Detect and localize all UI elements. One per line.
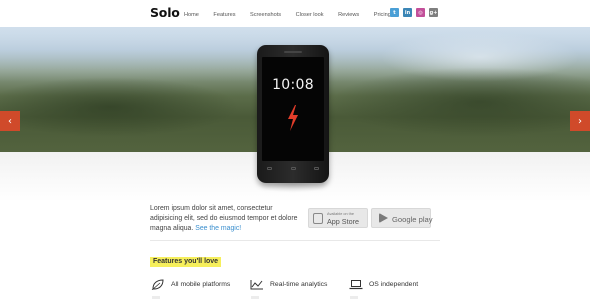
phone-clock: 10:08 bbox=[272, 77, 314, 93]
google-plus-icon[interactable]: g+ bbox=[429, 8, 438, 17]
slider-next-button[interactable]: › bbox=[570, 111, 590, 131]
slider-prev-button[interactable]: ‹ bbox=[0, 111, 20, 131]
section-divider bbox=[150, 240, 440, 241]
phone-screen: 10:08 bbox=[262, 57, 324, 161]
features-heading: Features you'll love bbox=[150, 257, 222, 267]
laptop-icon bbox=[349, 279, 363, 289]
app-store-caption: Available on the bbox=[327, 212, 354, 216]
feature-label: All mobile platforms bbox=[171, 280, 231, 288]
logo[interactable]: Solo bbox=[150, 5, 180, 20]
nav-item-reviews[interactable]: Reviews bbox=[338, 12, 359, 18]
feature-item: OS independent bbox=[349, 278, 418, 290]
dribbble-icon[interactable]: ◎ bbox=[416, 8, 425, 17]
phone-shadow bbox=[255, 183, 331, 193]
google-play-button[interactable]: Google play bbox=[371, 208, 433, 228]
nav-item-pricing[interactable]: Pricing bbox=[374, 12, 391, 18]
intro-paragraph: Lorem ipsum dolor sit amet, consectetur … bbox=[150, 204, 300, 234]
twitter-icon[interactable]: t bbox=[390, 8, 399, 17]
nav-item-screenshots[interactable]: Screenshots bbox=[250, 12, 281, 18]
phone-keys bbox=[267, 167, 319, 170]
feature-label: OS independent bbox=[369, 280, 419, 288]
app-store-button[interactable]: Available on the App Store bbox=[308, 208, 368, 228]
nav-item-features[interactable]: Features bbox=[213, 12, 235, 18]
hero-foliage-left bbox=[0, 77, 240, 137]
app-store-label: App Store bbox=[327, 217, 359, 226]
feature-text-fade bbox=[152, 296, 160, 299]
leaf-icon bbox=[151, 278, 164, 290]
linkedin-icon[interactable]: in bbox=[403, 8, 412, 17]
feature-label: Real-time analytics bbox=[270, 280, 328, 288]
lightning-bolt-icon bbox=[288, 105, 298, 131]
feature-text-fade bbox=[350, 296, 358, 299]
phone-back-key bbox=[267, 167, 272, 170]
google-play-label: Google play bbox=[392, 215, 433, 224]
navbar: Solo Home Features Screenshots Closer lo… bbox=[0, 0, 590, 27]
see-the-magic-link[interactable]: See the magic! bbox=[195, 225, 241, 232]
phone-home-key bbox=[290, 167, 296, 170]
hero-foliage-right bbox=[330, 67, 590, 137]
feature-item: All mobile platforms bbox=[151, 278, 230, 290]
play-icon bbox=[379, 213, 388, 223]
nav-item-closer-look[interactable]: Closer look bbox=[296, 12, 324, 18]
phone-outline-icon bbox=[313, 213, 323, 224]
phone-menu-key bbox=[314, 167, 319, 170]
chart-icon bbox=[250, 279, 263, 289]
nav-menu: Home Features Screenshots Closer look Re… bbox=[184, 9, 423, 21]
phone-speaker bbox=[284, 51, 302, 53]
phone-mockup: 10:08 bbox=[257, 45, 329, 183]
feature-item: Real-time analytics bbox=[250, 278, 327, 290]
social-links: t in ◎ g+ bbox=[390, 8, 442, 17]
nav-item-home[interactable]: Home bbox=[184, 12, 199, 18]
feature-text-fade bbox=[251, 296, 259, 299]
